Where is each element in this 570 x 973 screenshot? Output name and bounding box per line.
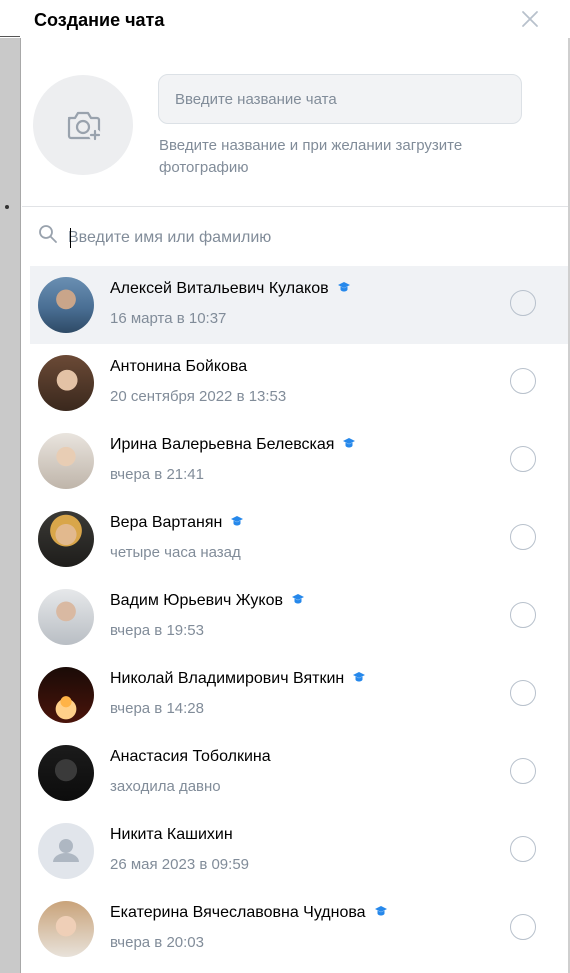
contact-name-text: Антонина Бойкова [110,358,248,375]
contact-row[interactable]: Вадим Юрьевич Жуков вчера в 19:53 [30,578,568,656]
education-badge-icon [342,436,356,454]
contact-last-seen: заходила давно [110,778,221,795]
contact-row[interactable]: Николай Владимирович Вяткин вчера в 14:28 [30,656,568,734]
select-contact-checkbox[interactable] [510,446,536,472]
user-placeholder-icon [53,839,79,862]
avatar [38,589,94,645]
contact-name-text: Николай Владимирович Вяткин [110,670,345,687]
contact-last-seen: вчера в 20:03 [110,934,204,951]
contact-name-text: Вера Вартанян [110,514,223,531]
education-badge-icon [337,280,351,298]
chat-name-hint: Введите название и при желании загрузите… [159,137,463,176]
avatar [38,823,94,879]
education-badge-icon [352,670,366,688]
contact-row[interactable]: Анастасия Тоболкина заходила давно [30,734,568,812]
select-contact-checkbox[interactable] [510,368,536,394]
select-contact-checkbox[interactable] [510,290,536,316]
education-badge-icon [374,904,388,922]
contact-last-seen: 16 марта в 10:37 [110,310,227,327]
contact-last-seen: 20 сентября 2022 в 13:53 [110,388,287,405]
divider [22,206,568,207]
close-icon[interactable] [518,7,542,31]
avatar [38,355,94,411]
avatar [38,277,94,333]
contact-row[interactable]: Екатерина Вячеславовна Чуднова вчера в 20… [30,890,568,968]
select-contact-checkbox[interactable] [510,602,536,628]
avatar [38,433,94,489]
avatar [38,745,94,801]
contact-row[interactable]: Алексей Витальевич Кулаков 16 марта в 10:… [30,266,568,344]
select-contact-checkbox[interactable] [510,524,536,550]
contact-name: Анастасия Тоболкина [110,748,271,766]
contact-row[interactable]: Никита Кашихин 26 мая 2023 в 09:59 [30,812,568,890]
contact-last-seen: четыре часа назад [110,544,241,561]
select-contact-checkbox[interactable] [510,680,536,706]
contact-name-text: Вадим Юрьевич Жуков [110,592,283,609]
avatar [38,667,94,723]
select-contact-checkbox[interactable] [510,758,536,784]
education-badge-icon [291,592,305,610]
select-contact-checkbox[interactable] [510,914,536,940]
contact-name: Николай Владимирович Вяткин [110,670,366,688]
contact-name: Екатерина Вячеславовна Чуднова [110,904,388,922]
contact-name: Ирина Валерьевна Белевская [110,436,356,454]
contact-last-seen: 26 мая 2023 в 09:59 [110,856,250,873]
create-chat-modal: Создание чата Введите название и при жел… [22,0,568,973]
chat-photo-upload[interactable] [33,75,133,175]
contact-row[interactable]: Антонина Бойкова 20 сентября 2022 в 13:53 [30,344,568,422]
chat-name-input[interactable] [158,74,522,124]
contact-name: Вадим Юрьевич Жуков [110,592,305,610]
text-caret [70,228,71,248]
contact-name-text: Екатерина Вячеславовна Чуднова [110,904,366,921]
contact-name: Антонина Бойкова [110,358,247,376]
contact-name-text: Никита Кашихин [110,826,233,843]
contact-name: Алексей Витальевич Кулаков [110,280,351,298]
contact-name-text: Алексей Витальевич Кулаков [110,280,329,297]
contact-row[interactable]: Ирина Валерьевна Белевская вчера в 21:41 [30,422,568,500]
search-icon [39,225,57,243]
contact-name-text: Ирина Валерьевна Белевская [110,436,335,453]
background-dot [5,205,9,209]
education-badge-icon [230,514,244,532]
background-page-left [0,38,21,973]
search-input[interactable] [68,222,528,254]
contact-last-seen: вчера в 21:41 [110,466,204,483]
contact-name-text: Анастасия Тоболкина [110,748,271,765]
avatar [38,511,94,567]
background-line [0,36,20,37]
contact-name: Никита Кашихин [110,826,233,844]
select-contact-checkbox[interactable] [510,836,536,862]
contact-name: Вера Вартанян [110,514,244,532]
contact-list: Алексей Витальевич Кулаков 16 марта в 10:… [30,266,568,968]
avatar [38,901,94,957]
contact-row[interactable]: Вера Вартанян четыре часа назад [30,500,568,578]
camera-add-icon [67,111,101,141]
contact-last-seen: вчера в 14:28 [110,700,204,717]
contact-last-seen: вчера в 19:53 [110,622,204,639]
modal-title: Создание чата [34,10,165,30]
